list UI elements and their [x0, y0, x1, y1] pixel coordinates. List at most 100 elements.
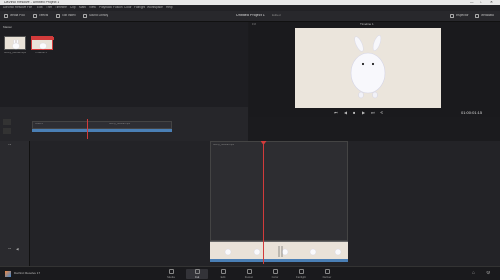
media-pool-icon — [4, 14, 8, 18]
timeline-clip-thumb[interactable] — [31, 36, 54, 50]
project-status: Edited — [272, 14, 281, 17]
menu-davinci[interactable]: DaVinci Resolve — [3, 6, 26, 9]
page-deliver-label: Deliver — [322, 275, 332, 279]
page-edit[interactable]: Edit — [212, 269, 234, 279]
music-icon — [83, 14, 87, 18]
page-deliver[interactable]: Deliver — [316, 269, 338, 279]
toolbar: Media Pool Effects Edit Index Sound Libr… — [0, 11, 500, 22]
resolve-logo-icon — [5, 271, 11, 277]
bin-name[interactable]: Master — [3, 26, 12, 29]
metadata-button[interactable]: Metadata — [475, 14, 494, 18]
mini-playhead[interactable] — [87, 119, 88, 139]
timeline-playhead[interactable] — [263, 141, 264, 264]
page-bar: DaVinci Resolve 17 Media Cut Edit Fusion… — [0, 266, 500, 280]
menu-color[interactable]: Color — [124, 6, 132, 9]
audio-track-label[interactable]: A1 — [8, 248, 11, 251]
reverse-icon[interactable]: ◀ — [344, 111, 347, 115]
edit-page-icon — [220, 269, 226, 274]
stop-icon[interactable]: ■ — [353, 111, 355, 115]
viewer-zoom[interactable]: 1% — [252, 23, 256, 26]
close-button[interactable]: ✕ — [490, 1, 493, 5]
menu-fairlight[interactable]: Fairlight — [134, 6, 145, 9]
go-to-end-icon[interactable]: ⏭ — [371, 111, 375, 115]
page-media[interactable]: Media — [160, 269, 182, 279]
viewer-frame[interactable] — [295, 28, 441, 108]
mini-clip-a-label: Video 1 — [35, 123, 44, 125]
media-pool-button[interactable]: Media Pool — [4, 14, 25, 18]
page-cut[interactable]: Cut — [186, 269, 208, 279]
media-page-icon — [168, 269, 174, 274]
bunny-character-icon — [350, 35, 386, 99]
timeline-thumb-icon — [32, 37, 54, 50]
menu-help[interactable]: Help — [166, 6, 173, 9]
app-name: DaVinci Resolve 17 — [14, 272, 41, 275]
list-icon — [56, 14, 60, 18]
timeline-clip-region[interactable]: bunny_tutorial.mp4 — [210, 141, 348, 241]
cut-page-icon — [194, 269, 200, 274]
video-track-label[interactable]: V1 — [8, 144, 11, 147]
timeline-clip-label-top: bunny_tutorial.mp4 — [213, 144, 235, 146]
track-headers: V1 A1 ◀) — [0, 141, 30, 266]
inspector-label: Inspector — [455, 14, 469, 18]
menu-timeline[interactable]: Timeline — [55, 6, 67, 9]
mini-timeline: Video 1 bunny_tutorial.mp4 — [0, 107, 248, 141]
color-page-icon — [272, 269, 278, 274]
mini-audio-bar — [32, 129, 172, 132]
mini-clip-a[interactable]: Video 1 bunny_tutorial.mp4 — [32, 121, 172, 129]
page-cut-label: Cut — [194, 275, 200, 279]
track-view-icon[interactable] — [3, 128, 11, 134]
menu-fusion[interactable]: Fusion — [113, 6, 123, 9]
page-edit-label: Edit — [220, 275, 226, 279]
page-color[interactable]: Color — [264, 269, 286, 279]
edit-index-label: Edit Index — [61, 14, 76, 18]
effects-button[interactable]: Effects — [33, 14, 48, 18]
metadata-label: Metadata — [480, 14, 494, 18]
maximize-button[interactable]: □ — [480, 1, 482, 5]
menu-clip[interactable]: Clip — [70, 6, 76, 9]
menu-playback[interactable]: Playback — [99, 6, 112, 9]
timeline-audio-bar — [210, 259, 348, 262]
inspector-icon — [450, 14, 454, 18]
sound-library-label: Sound Library — [88, 14, 109, 18]
menu-file[interactable]: File — [27, 6, 32, 9]
settings-gear-icon[interactable]: ⚙ — [486, 271, 490, 276]
menu-trim[interactable]: Trim — [46, 6, 52, 9]
page-color-label: Color — [271, 275, 279, 279]
fusion-page-icon — [246, 269, 252, 274]
transport-bar: ⏮ ◀ ■ ▶ ⏭ ⟲ 01:00:01:15 — [249, 109, 500, 117]
mini-clip-b-label: bunny_tutorial.mp4 — [109, 123, 131, 125]
page-fairlight[interactable]: Fairlight — [290, 269, 312, 279]
page-fusion-label: Fusion — [244, 275, 254, 279]
loop-icon[interactable]: ⟲ — [380, 111, 383, 115]
timecode-display: 01:00:01:15 — [461, 111, 483, 115]
page-media-label: Media — [167, 275, 175, 279]
timeline-clip-label: Timeline 1 — [35, 52, 47, 54]
menu-mark[interactable]: Mark — [79, 6, 86, 9]
page-fusion[interactable]: Fusion — [238, 269, 260, 279]
metadata-icon — [475, 14, 479, 18]
media-pool-label: Media Pool — [9, 14, 26, 18]
speaker-icon[interactable]: ◀) — [16, 248, 19, 251]
bunny-thumb-icon — [12, 39, 20, 50]
project-title: Untitled Project 1 — [236, 13, 265, 17]
clip-thumbnail-strip[interactable] — [210, 241, 348, 259]
go-to-start-icon[interactable]: ⏮ — [334, 111, 338, 115]
sound-library-button[interactable]: Sound Library — [83, 14, 108, 18]
menu-view[interactable]: View — [89, 6, 96, 9]
viewer-timeline-name[interactable]: Timeline 1 — [360, 23, 374, 26]
fairlight-page-icon — [298, 269, 304, 274]
play-icon[interactable]: ▶ — [362, 111, 365, 115]
edit-index-button[interactable]: Edit Index — [56, 14, 76, 18]
deliver-page-icon — [324, 269, 330, 274]
menu-edit[interactable]: Edit — [37, 6, 43, 9]
effects-icon — [33, 14, 37, 18]
menu-workspace[interactable]: Workspace — [147, 6, 163, 9]
media-clip-thumb[interactable] — [4, 36, 26, 50]
minimize-button[interactable]: — — [470, 1, 474, 5]
inspector-button[interactable]: Inspector — [450, 14, 469, 18]
page-fairlight-label: Fairlight — [296, 275, 306, 279]
media-pool: Master bunny_tutorial.mp4 Timeline 1 — [0, 22, 248, 107]
bunny-thumbnails-icon — [224, 246, 342, 257]
track-tool-icon[interactable] — [3, 119, 11, 125]
home-icon[interactable]: ⌂ — [472, 271, 475, 276]
